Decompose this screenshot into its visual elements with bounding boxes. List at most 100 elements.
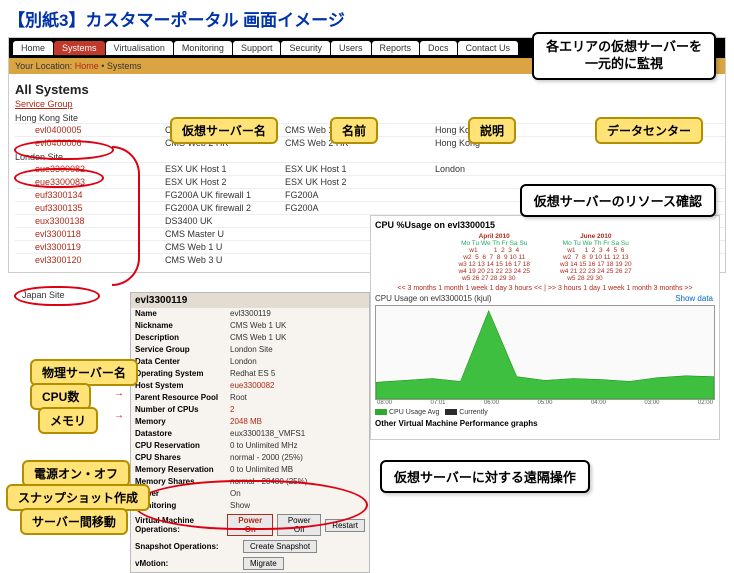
tab-contact-us[interactable]: Contact Us (458, 41, 519, 55)
detail-value: normal - 2000 (25%) (230, 452, 365, 464)
system-id-link[interactable]: euf3300134 (15, 190, 165, 200)
detail-value: Root (230, 392, 365, 404)
system-id-link[interactable]: evl3300118 (15, 229, 165, 239)
detail-value: London (230, 356, 365, 368)
detail-value[interactable]: 2 (230, 404, 365, 416)
detail-value[interactable]: 2048 MB (230, 416, 365, 428)
system-id-link[interactable]: eux3300138 (15, 216, 165, 226)
system-name: CMS Web 1 U (165, 242, 285, 252)
system-id-link[interactable]: evl3300120 (15, 255, 165, 265)
detail-row: Datastoreeux3300138_VMFS1 (131, 428, 369, 440)
tab-support[interactable]: Support (233, 41, 281, 55)
system-id-link[interactable]: evl3300119 (15, 242, 165, 252)
bracket-groups (112, 146, 140, 286)
service-group-link[interactable]: Service Group (15, 99, 725, 109)
system-desc: ESX UK Host 2 (285, 177, 435, 187)
tab-systems[interactable]: Systems (54, 41, 105, 55)
detail-row: Parent Resource PoolRoot (131, 392, 369, 404)
detail-row: Host Systemeue3300082 (131, 380, 369, 392)
arrow-cpu: → (114, 388, 124, 399)
system-name: ESX UK Host 2 (165, 177, 285, 187)
system-dc: London (435, 164, 545, 174)
detail-key: Data Center (135, 356, 230, 368)
callout-remote-ops: 仮想サーバーに対する遠隔操作 (380, 460, 590, 493)
detail-key: Operating System (135, 368, 230, 380)
system-name: FG200A UK firewall 1 (165, 190, 285, 200)
detail-key: Service Group (135, 344, 230, 356)
callout-resource: 仮想サーバーのリソース確認 (520, 184, 716, 217)
tab-docs[interactable]: Docs (420, 41, 457, 55)
pin-desc: 説明 (468, 117, 516, 144)
chart-legend: CPU Usage Avg Currently (375, 406, 715, 416)
tab-monitoring[interactable]: Monitoring (174, 41, 232, 55)
chart-nav-links[interactable]: << 3 months 1 month 1 week 1 day 3 hours… (375, 285, 715, 292)
detail-row: DescriptionCMS Web 1 UK (131, 332, 369, 344)
breadcrumb-systems[interactable]: Systems (107, 61, 142, 71)
detail-value: London Site (230, 344, 365, 356)
group-japan[interactable]: Japan Site (22, 290, 65, 300)
legend-item: Currently (445, 409, 493, 416)
ring-london-site (14, 168, 104, 188)
detail-value: eux3300138_VMFS1 (230, 428, 365, 440)
detail-row: Service GroupLondon Site (131, 344, 369, 356)
vmotion-label: vMotion: (135, 559, 239, 568)
detail-key: Nickname (135, 320, 230, 332)
callout-monitor: 各エリアの仮想サーバーを一元的に監視 (532, 32, 716, 80)
ring-hk-site (14, 140, 114, 160)
chart-title: CPU %Usage on evl3300015 (375, 220, 715, 230)
detail-row: CPU Sharesnormal - 2000 (25%) (131, 452, 369, 464)
x-tick: 04:00 (591, 400, 606, 406)
tab-home[interactable]: Home (13, 41, 53, 55)
detail-key: Memory (135, 416, 230, 428)
detail-row: Memory Reservation0 to Unlimited MB (131, 464, 369, 476)
system-id-link[interactable]: evl0400005 (15, 125, 165, 135)
cpu-usage-chart: CPU %Usage on evl3300015 April 2010 Mo T… (370, 215, 720, 440)
chart-subtitle: CPU Usage on evl3300015 (kjul) (375, 294, 492, 303)
x-tick: 06:00 (484, 400, 499, 406)
detail-value: 0 to Unlimited MHz (230, 440, 365, 452)
system-desc: FG200A (285, 203, 435, 213)
system-desc: FG200A (285, 190, 435, 200)
detail-row: Nameevl3300119 (131, 308, 369, 320)
migrate-button[interactable]: Migrate (243, 557, 284, 570)
x-tick: 05:00 (537, 400, 552, 406)
tab-users[interactable]: Users (331, 41, 371, 55)
pin-memory: メモリ (38, 407, 98, 434)
snapshot-operations-label: Snapshot Operations: (135, 542, 239, 551)
x-tick: 07:01 (430, 400, 445, 406)
pin-name: 名前 (330, 117, 378, 144)
pin-cpu-count: CPU数 (30, 383, 91, 410)
tab-reports[interactable]: Reports (372, 41, 420, 55)
show-data-link[interactable]: Show data (675, 294, 713, 303)
detail-key: CPU Reservation (135, 440, 230, 452)
detail-row: Operating SystemRedhat ES 5 (131, 368, 369, 380)
detail-value: CMS Web 1 UK (230, 332, 365, 344)
system-desc: ESX UK Host 1 (285, 164, 435, 174)
system-name: CMS Master U (165, 229, 285, 239)
detail-header: evl3300119 (131, 293, 369, 308)
tab-security[interactable]: Security (281, 41, 330, 55)
detail-value: 0 to Unlimited MB (230, 464, 365, 476)
breadcrumb-home[interactable]: Home (75, 61, 99, 71)
system-id-link[interactable]: euf3300135 (15, 203, 165, 213)
detail-key: Parent Resource Pool (135, 392, 230, 404)
detail-key: Name (135, 308, 230, 320)
detail-key: Description (135, 332, 230, 344)
tab-virtualisation[interactable]: Virtualisation (106, 41, 173, 55)
detail-key: CPU Shares (135, 452, 230, 464)
pin-migrate: サーバー間移動 (20, 508, 128, 535)
detail-row: Number of CPUs2 (131, 404, 369, 416)
detail-row: Data CenterLondon (131, 356, 369, 368)
system-detail-panel: evl3300119 Nameevl3300119NicknameCMS Web… (130, 292, 370, 573)
pin-snapshot: スナップショット作成 (6, 484, 150, 511)
x-tick: 08:00 (377, 400, 392, 406)
detail-row: Memory2048 MB (131, 416, 369, 428)
create-snapshot-button[interactable]: Create Snapshot (243, 540, 317, 553)
x-tick: 03:00 (644, 400, 659, 406)
pin-vs-name: 仮想サーバー名 (170, 117, 278, 144)
detail-row: CPU Reservation0 to Unlimited MHz (131, 440, 369, 452)
detail-key: Host System (135, 380, 230, 392)
detail-value[interactable]: eue3300082 (230, 380, 365, 392)
detail-value: CMS Web 1 UK (230, 320, 365, 332)
calendar-right: June 2010 Mo Tu We Th Fr Sa Su w1 1 2 3 … (560, 233, 632, 282)
